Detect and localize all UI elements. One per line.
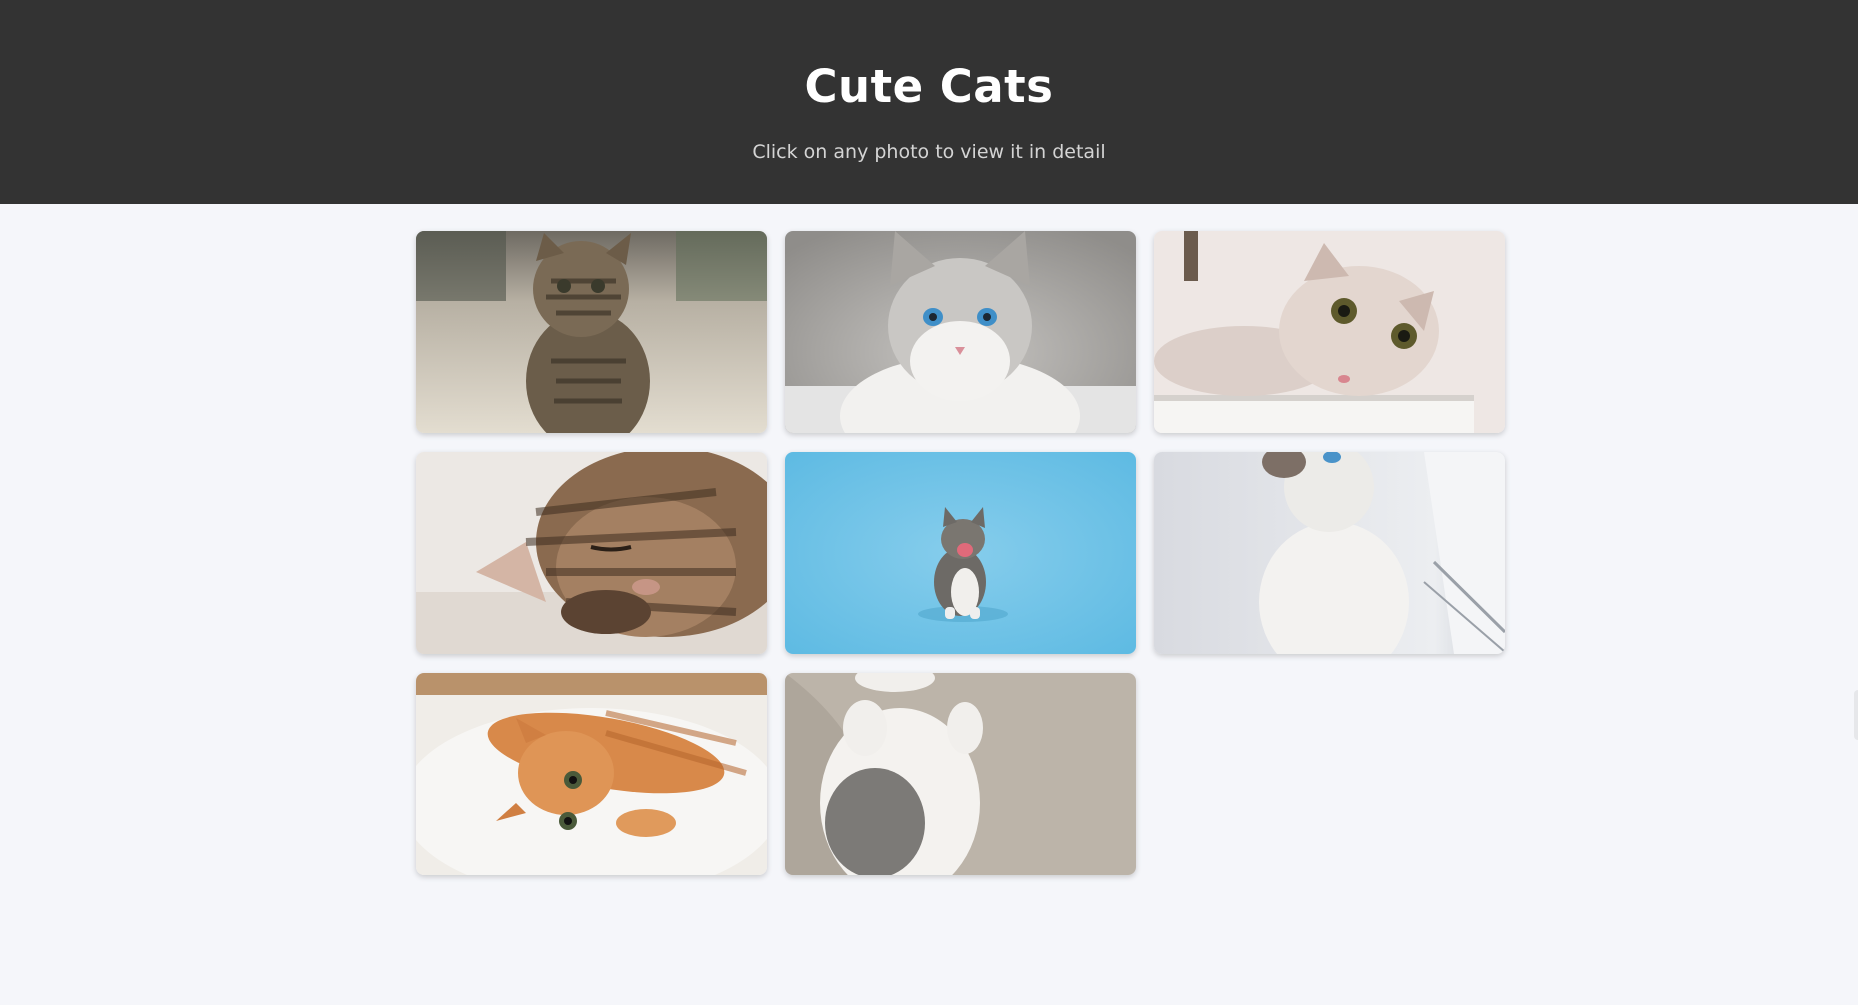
cat-photo-image [785,673,1136,875]
cat-photo-image [1154,231,1505,433]
cat-photo-image [416,673,767,875]
page-subtitle: Click on any photo to view it in detail [752,141,1106,163]
cat-photo-image [785,231,1136,433]
cat-photo-image [416,231,767,433]
scroll-edge-tab[interactable] [1854,690,1858,740]
cat-photo-image [1154,452,1505,654]
page-header: Cute Cats Click on any photo to view it … [0,0,1858,204]
cat-photo-image [416,452,767,654]
cat-photo-5[interactable] [785,452,1136,654]
cat-photo-8[interactable] [785,673,1136,875]
page-title: Cute Cats [804,60,1054,113]
cat-photo-3[interactable] [1154,231,1505,433]
cat-photo-4[interactable] [416,452,767,654]
cat-photo-7[interactable] [416,673,767,875]
cat-photo-image [785,452,1136,654]
photo-gallery [416,231,1506,875]
cat-photo-1[interactable] [416,231,767,433]
cat-photo-6[interactable] [1154,452,1505,654]
cat-photo-2[interactable] [785,231,1136,433]
